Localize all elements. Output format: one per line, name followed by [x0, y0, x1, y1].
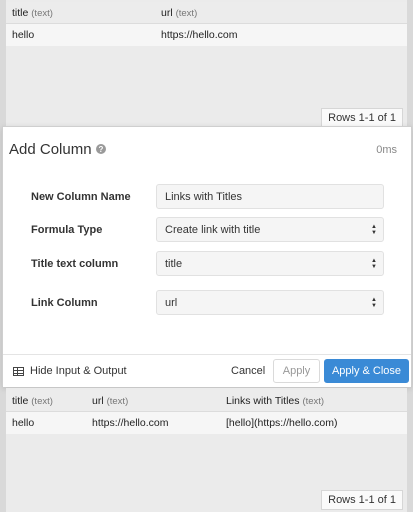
field-value: url [165, 296, 178, 309]
table-icon [13, 366, 24, 376]
new-column-name-input[interactable]: Links with Titles [156, 184, 384, 209]
dialog-footer: Hide Input & Output Cancel Apply Apply &… [3, 354, 411, 387]
link-column-select[interactable]: url ▲ ▼ [156, 290, 384, 315]
output-table: title (text) url (text) Links with Title… [6, 388, 407, 512]
new-column-name-label: New Column Name [31, 191, 131, 203]
table-header: title (text) url (text) Links with Title… [6, 390, 407, 412]
formula-type-select[interactable]: Create link with title ▲ ▼ [156, 217, 384, 242]
field-value: Links with Titles [165, 190, 243, 203]
hide-io-label: Hide Input & Output [30, 365, 127, 377]
column-type: (text) [302, 395, 325, 407]
select-caret-icon: ▲ ▼ [371, 297, 377, 309]
title-text-column-label: Title text column [31, 258, 119, 270]
column-name: Links with Titles [226, 394, 300, 407]
formula-type-label: Formula Type [31, 224, 103, 236]
help-icon[interactable]: ? [96, 144, 106, 154]
table-row: hello https://hello.com [hello](https://… [6, 412, 407, 434]
table-cell: https://hello.com [92, 417, 169, 429]
column-header-title[interactable]: title (text) [12, 7, 53, 19]
hide-input-output-toggle[interactable]: Hide Input & Output [13, 365, 127, 377]
column-header-url[interactable]: url (text) [92, 395, 128, 407]
elapsed-time: 0ms [376, 144, 397, 156]
table-cell: hello [12, 417, 35, 429]
dialog-title: Add Column [9, 141, 92, 158]
apply-button[interactable]: Apply [273, 359, 320, 383]
column-type: (text) [175, 7, 198, 19]
cancel-button[interactable]: Cancel [231, 365, 265, 377]
column-name: title [12, 6, 29, 19]
table-cell: [hello](https://hello.com) [226, 417, 338, 429]
column-name: url [161, 6, 173, 19]
column-type: (text) [106, 395, 129, 407]
field-value: title [165, 257, 183, 270]
table-cell: hello [12, 29, 35, 41]
rows-count-badge: Rows 1-1 of 1 [321, 108, 403, 128]
add-column-dialog: Add Column ? 0ms New Column Name Links w… [2, 126, 412, 387]
column-header-url[interactable]: url (text) [161, 7, 197, 19]
select-caret-icon: ▲ ▼ [371, 224, 377, 236]
title-text-column-select[interactable]: title ▲ ▼ [156, 251, 384, 276]
column-header-title[interactable]: title (text) [12, 395, 53, 407]
table-row: hello https://hello.com [6, 24, 407, 46]
table-header: title (text) url (text) [6, 2, 407, 24]
column-type: (text) [31, 395, 53, 407]
column-name: url [92, 394, 104, 407]
select-caret-icon: ▲ ▼ [371, 258, 377, 270]
apply-and-close-button[interactable]: Apply & Close [324, 359, 409, 383]
column-header-links-with-titles[interactable]: Links with Titles (text) [226, 395, 324, 407]
table-cell: https://hello.com [161, 29, 238, 41]
field-value: Create link with title [165, 223, 261, 236]
column-type: (text) [31, 7, 53, 19]
input-table: title (text) url (text) hello https://he… [6, 0, 407, 130]
column-name: title [12, 394, 29, 407]
link-column-label: Link Column [31, 297, 98, 309]
rows-count-badge: Rows 1-1 of 1 [321, 490, 403, 510]
